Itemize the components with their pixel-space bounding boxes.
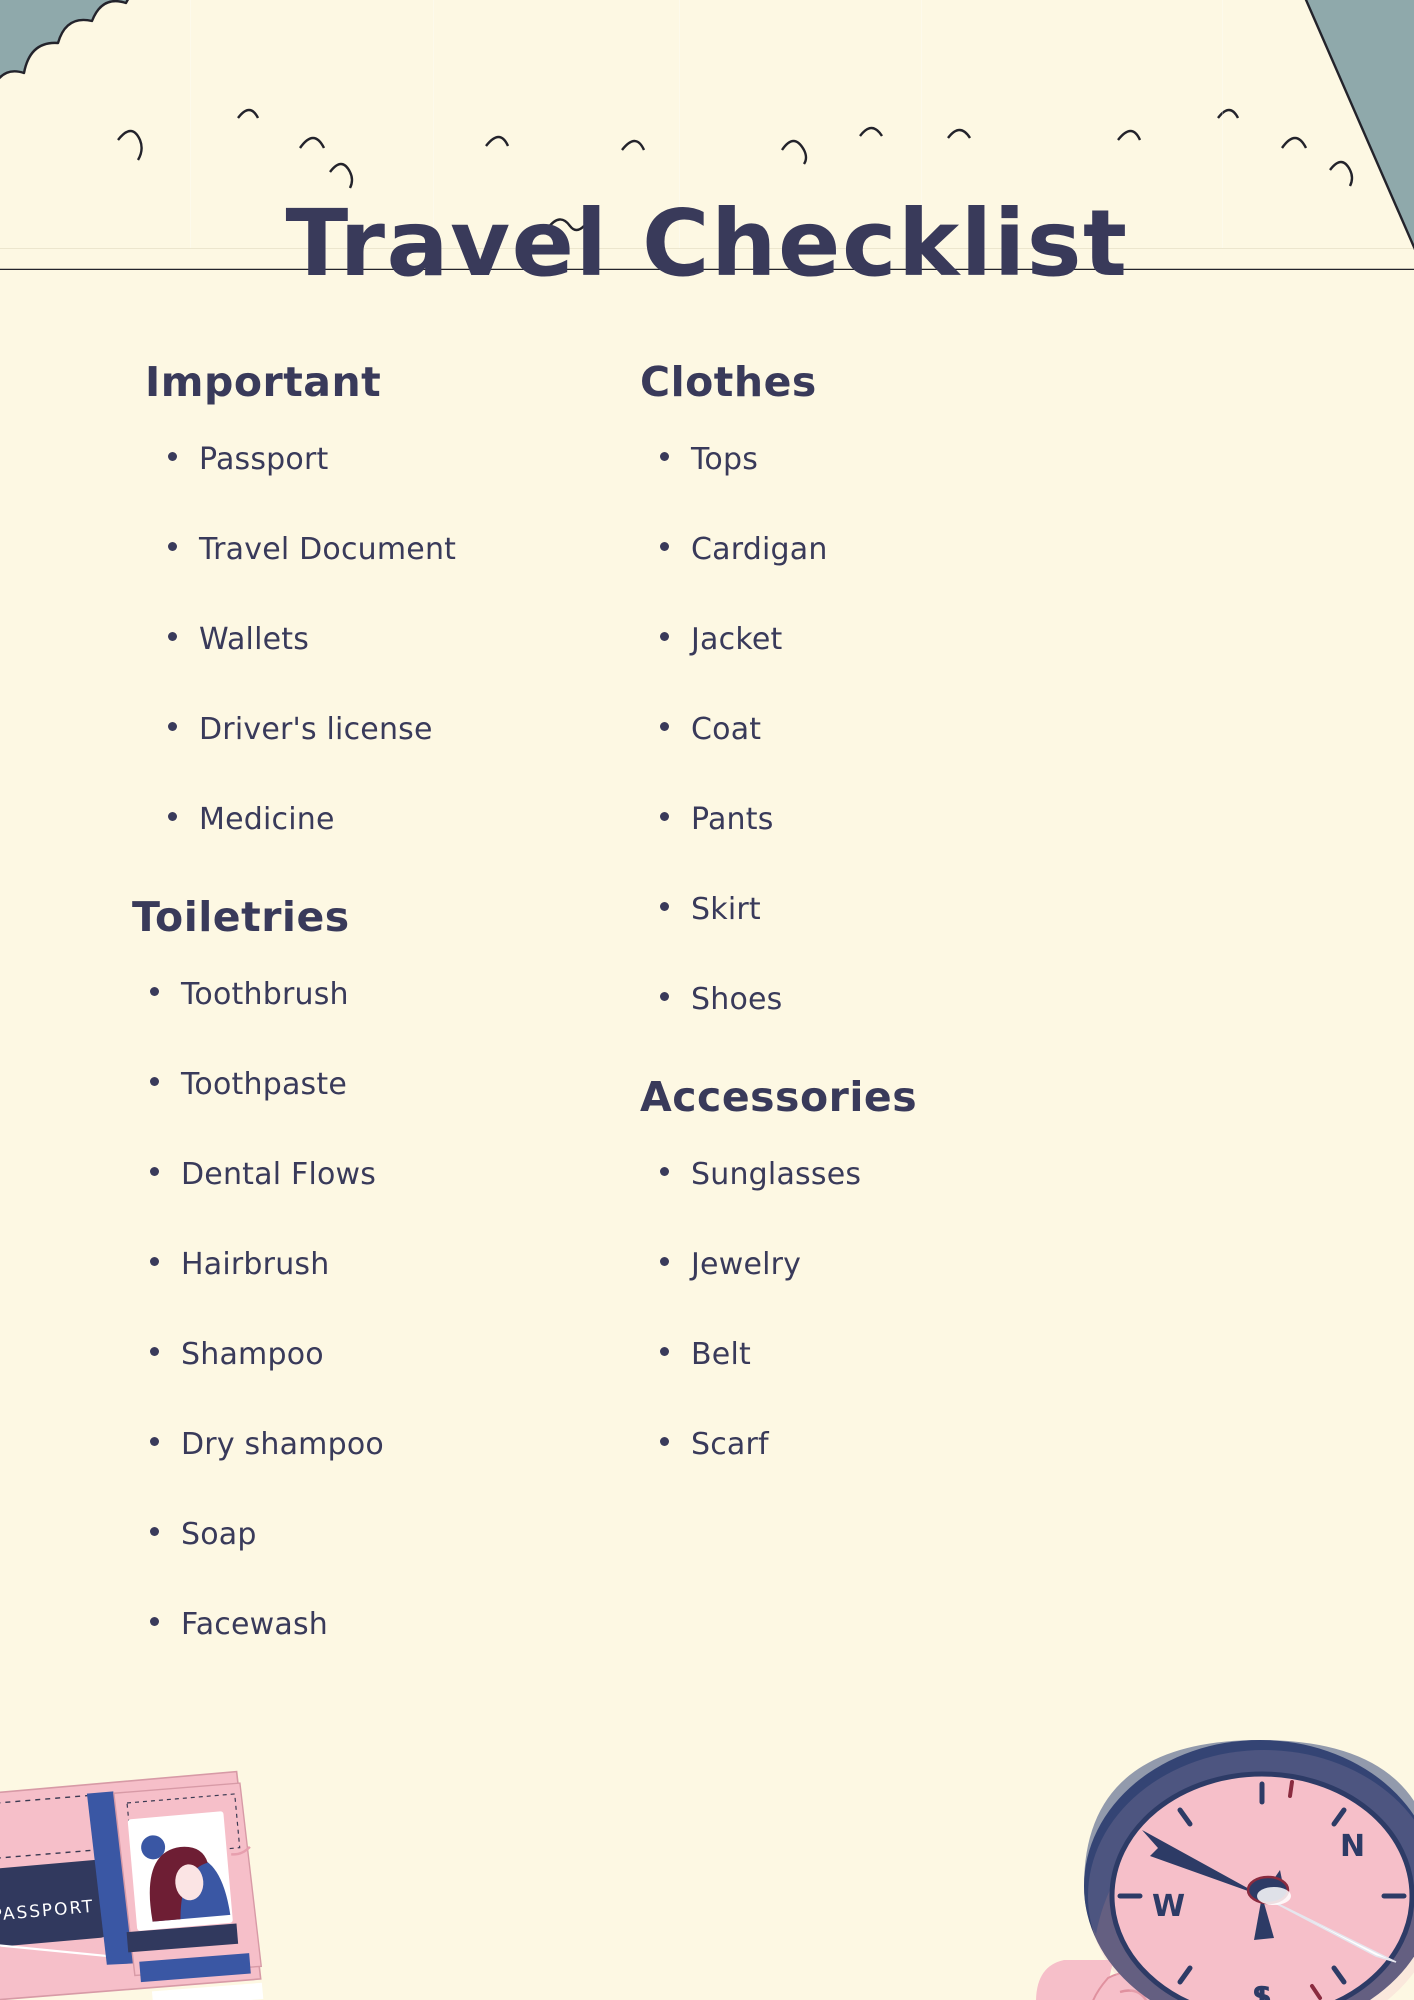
section-title-important: Important [145, 358, 382, 406]
list-item[interactable]: Hairbrush [150, 1250, 660, 1280]
list-accessories: Sunglasses Jewelry Belt Scarf [660, 1160, 1160, 1460]
list-item[interactable]: Cardigan [660, 535, 1160, 565]
list-item-label: Belt [691, 1337, 751, 1373]
bullet-icon [660, 812, 669, 822]
bullet-icon [150, 1257, 159, 1267]
list-item[interactable]: Travel Document [168, 535, 660, 565]
section-clothes: Clothes Tops Cardigan Jacket Coat Pants … [640, 358, 1160, 1015]
bullet-icon [168, 632, 177, 642]
list-item[interactable]: Sunglasses [660, 1160, 1160, 1190]
list-item-label: Dental Flows [181, 1157, 377, 1193]
list-item-label: Shoes [691, 982, 783, 1018]
right-column: Clothes Tops Cardigan Jacket Coat Pants … [640, 358, 1160, 1520]
bullet-icon [150, 1347, 159, 1357]
list-item-label: Jacket [691, 622, 783, 658]
compass-south-label: S [1252, 1980, 1272, 2000]
list-item[interactable]: Skirt [660, 895, 1160, 925]
section-title-accessories: Accessories [640, 1073, 918, 1122]
bullet-icon [150, 1077, 159, 1087]
list-item-label: Toothbrush [181, 977, 349, 1013]
list-clothes: Tops Cardigan Jacket Coat Pants Skirt Sh… [660, 445, 1160, 1015]
bullet-icon [660, 452, 669, 462]
travel-checklist-poster: Travel Checklist Important Passport Trav… [0, 0, 1414, 2000]
passport-wallet-illustration: PASSPORT [0, 1770, 264, 2000]
list-item[interactable]: Medicine [168, 805, 660, 835]
list-item-label: Shampoo [181, 1337, 324, 1373]
section-important: Important Passport Travel Document Walle… [140, 358, 660, 835]
bullet-icon [660, 1437, 669, 1447]
list-item-label: Medicine [199, 802, 335, 838]
bullet-icon [660, 1347, 669, 1357]
list-item-label: Hairbrush [181, 1247, 330, 1283]
bullet-icon [660, 542, 669, 552]
list-item[interactable]: Driver's license [168, 715, 660, 745]
bullet-icon [168, 812, 177, 822]
compass-west-label: W [1152, 1889, 1185, 1924]
list-important: Passport Travel Document Wallets Driver'… [168, 445, 660, 835]
list-item[interactable]: Tops [660, 445, 1160, 475]
list-item[interactable]: Soap [150, 1520, 660, 1550]
list-item[interactable]: Scarf [660, 1430, 1160, 1460]
bullet-icon [168, 542, 177, 552]
compass-illustration: N W S [1036, 1740, 1414, 2000]
bullet-icon [168, 722, 177, 732]
section-title-clothes: Clothes [640, 358, 817, 406]
bullet-icon [660, 1167, 669, 1177]
bullet-icon [660, 992, 669, 1002]
list-item[interactable]: Belt [660, 1340, 1160, 1370]
list-item-label: Driver's license [199, 712, 433, 748]
list-item[interactable]: Facewash [150, 1610, 660, 1640]
list-item-label: Toothpaste [181, 1067, 347, 1103]
list-item[interactable]: Dental Flows [150, 1160, 660, 1190]
bullet-icon [660, 632, 669, 642]
bullet-icon [168, 452, 177, 462]
bullet-icon [660, 902, 669, 912]
bullet-icon [150, 1527, 159, 1537]
list-item[interactable]: Toothpaste [150, 1070, 660, 1100]
bullet-icon [150, 1437, 159, 1447]
list-item[interactable]: Shoes [660, 985, 1160, 1015]
bullet-icon [150, 987, 159, 997]
list-item[interactable]: Passport [168, 445, 660, 475]
list-item-label: Travel Document [199, 532, 457, 568]
bullet-icon [660, 722, 669, 732]
list-item-label: Wallets [199, 622, 310, 658]
list-item[interactable]: Pants [660, 805, 1160, 835]
left-column: Important Passport Travel Document Walle… [132, 358, 660, 1700]
list-item[interactable]: Shampoo [150, 1340, 660, 1370]
list-item[interactable]: Dry shampoo [150, 1430, 660, 1460]
list-item-label: Passport [199, 442, 329, 478]
list-item[interactable]: Coat [660, 715, 1160, 745]
bullet-icon [660, 1257, 669, 1267]
list-item-label: Facewash [181, 1607, 329, 1643]
bullet-icon [150, 1167, 159, 1177]
list-item[interactable]: Jewelry [660, 1250, 1160, 1280]
list-item-label: Scarf [691, 1427, 769, 1463]
list-item-label: Sunglasses [691, 1157, 862, 1193]
compass-north-label: N [1340, 1829, 1365, 1864]
list-item[interactable]: Toothbrush [150, 980, 660, 1010]
page-title: Travel Checklist [285, 190, 1129, 297]
list-item-label: Soap [181, 1517, 257, 1553]
list-item-label: Coat [691, 712, 762, 748]
list-item-label: Dry shampoo [181, 1427, 384, 1463]
bullet-icon [150, 1617, 159, 1627]
list-toiletries: Toothbrush Toothpaste Dental Flows Hairb… [150, 980, 660, 1640]
list-item-label: Jewelry [691, 1247, 802, 1283]
list-item-label: Tops [691, 442, 759, 478]
list-item-label: Pants [691, 802, 774, 838]
list-item-label: Cardigan [691, 532, 828, 568]
list-item-label: Skirt [691, 892, 761, 928]
section-toiletries: Toiletries Toothbrush Toothpaste Dental … [132, 894, 660, 1640]
section-accessories: Accessories Sunglasses Jewelry Belt Scar… [640, 1073, 1160, 1460]
list-item[interactable]: Jacket [660, 625, 1160, 655]
section-title-toiletries: Toiletries [132, 893, 350, 942]
list-item[interactable]: Wallets [168, 625, 660, 655]
